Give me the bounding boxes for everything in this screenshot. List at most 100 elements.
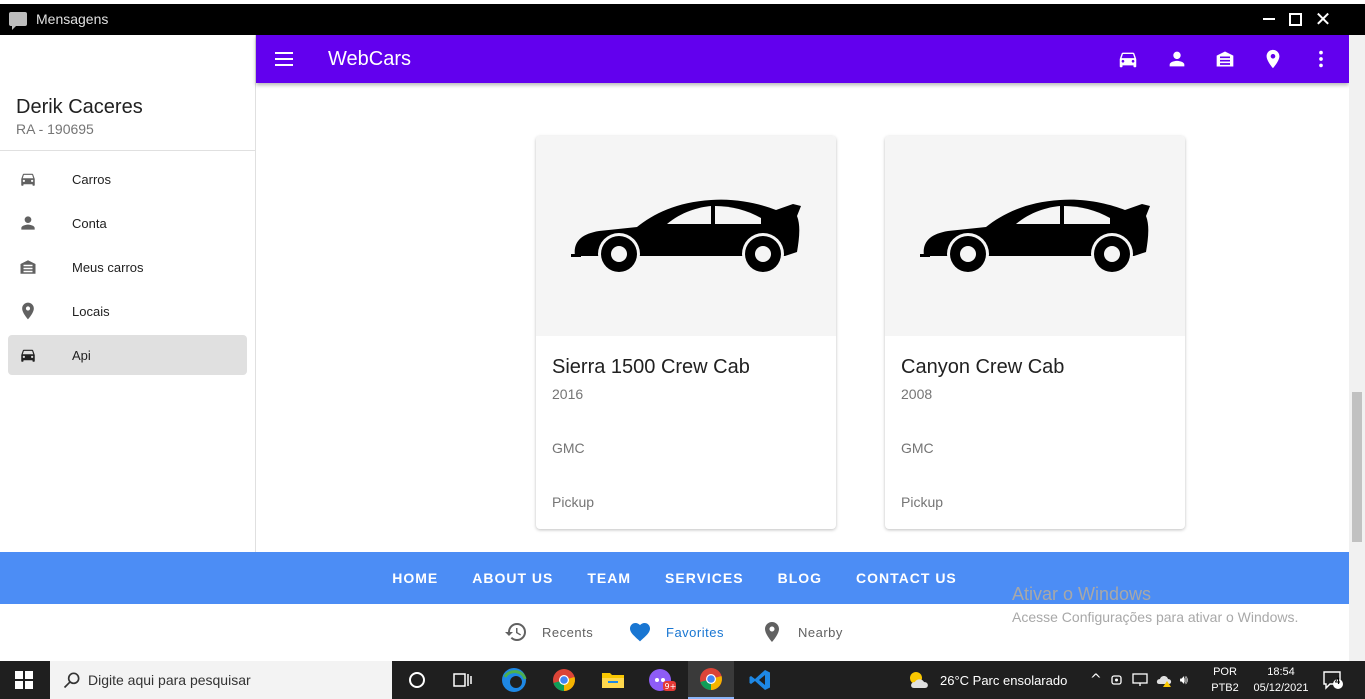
car-icon (1119, 52, 1137, 68)
car-card-year: 2008 (901, 386, 933, 402)
person-icon (1169, 51, 1185, 67)
appbar-car-button[interactable] (1116, 47, 1140, 71)
search-placeholder: Digite aqui para pesquisar (88, 672, 251, 688)
footer-link-home[interactable]: HOME (392, 570, 438, 586)
system-tray-icons[interactable]: ^ 🔊︎ (1090, 661, 1188, 699)
drawer-item-api[interactable]: Api (8, 335, 247, 375)
menu-icon (275, 52, 293, 54)
taskbar-chrome[interactable] (541, 661, 587, 699)
drawer-item-carros[interactable]: Carros (8, 159, 247, 199)
minimize-icon (1263, 18, 1275, 20)
drawer-item-label: Meus carros (72, 259, 144, 275)
language-indicator[interactable]: POR PTB2 (1208, 664, 1242, 696)
person-icon (16, 211, 40, 235)
garage-icon (1216, 51, 1234, 67)
chrome-icon (553, 669, 575, 691)
bottom-nav-favorites[interactable]: Favorites (628, 620, 724, 644)
clock-time: 18:54 (1267, 666, 1295, 678)
car-card-media (536, 136, 836, 336)
taskbar-file-explorer[interactable] (590, 661, 636, 699)
window-title: Mensagens (36, 11, 109, 27)
activation-watermark-title: Ativar o Windows (1012, 584, 1152, 604)
drawer-header: Derik Caceres RA - 190695 (0, 35, 255, 151)
svg-text:9+: 9+ (665, 682, 677, 691)
cortana-circle-icon (409, 672, 425, 688)
chrome-icon (700, 668, 722, 690)
taskbar-vscode[interactable] (737, 661, 783, 699)
garage-icon (16, 255, 40, 279)
drawer-item-conta[interactable]: Conta (8, 203, 247, 243)
bottom-nav-label: Nearby (798, 624, 843, 640)
drawer-item-locais[interactable]: Locais (8, 291, 247, 331)
activation-watermark-text: Acesse Configurações para ativar o Windo… (1012, 609, 1299, 625)
weather-widget[interactable]: 26°C Parc ensolarado (908, 661, 1067, 699)
taskbar-edge[interactable] (491, 661, 537, 699)
bottom-nav-nearby[interactable]: Nearby (760, 620, 843, 644)
appbar-account-button[interactable] (1165, 47, 1189, 71)
drawer-item-meus-carros[interactable]: Meus carros (8, 247, 247, 287)
car-card[interactable]: Canyon Crew Cab 2008 GMC Pickup (885, 136, 1185, 529)
taskbar-chrome-active[interactable] (688, 661, 734, 699)
appbar-garage-button[interactable] (1213, 47, 1237, 71)
car-card-brand: GMC (552, 440, 585, 456)
footer-link-blog[interactable]: BLOG (778, 570, 822, 586)
taskbar-clock[interactable]: 18:54 05/12/2021 (1246, 664, 1316, 696)
car-card-type: Pickup (901, 494, 944, 510)
chevron-up-icon[interactable]: ^ (1090, 672, 1102, 688)
search-icon (63, 672, 80, 689)
page-scrollbar[interactable] (1349, 35, 1365, 661)
top-app-bar: WebCars (256, 35, 1349, 83)
task-view-button[interactable] (440, 661, 486, 699)
car-icon (16, 167, 40, 191)
more-vert-icon (1319, 50, 1323, 68)
taskbar-messages-app[interactable]: 9+ (639, 661, 685, 699)
cortana-button[interactable] (394, 661, 440, 699)
appbar-location-button[interactable] (1261, 47, 1285, 71)
task-view-icon (453, 673, 472, 687)
drawer-item-label: Carros (72, 171, 112, 187)
notification-center-button[interactable]: 4 (1322, 661, 1344, 699)
app-title: WebCars (328, 48, 411, 70)
menu-button[interactable] (272, 47, 296, 71)
onedrive-warning-icon[interactable] (1156, 672, 1174, 688)
car-card-title: Canyon Crew Cab (901, 356, 1065, 378)
drawer-item-label: Conta (72, 215, 107, 231)
location-icon (16, 299, 40, 323)
volume-icon[interactable]: 🔊︎ (1180, 673, 1188, 688)
start-button[interactable] (0, 661, 48, 699)
drawer-item-label: Api (72, 347, 91, 363)
scrollbar-thumb[interactable] (1352, 392, 1362, 542)
location-icon (765, 622, 779, 642)
drawer-nav-list: Carros Conta Meus carros Locais Api (0, 151, 255, 375)
appbar-more-button[interactable] (1309, 47, 1333, 71)
car-card-brand: GMC (901, 440, 934, 456)
close-icon: ✕ (1314, 7, 1332, 31)
partly-sunny-icon (910, 672, 928, 688)
network-icon[interactable] (1132, 673, 1148, 687)
windows-taskbar: Digite aqui para pesquisar 9+ 26°C Parc … (0, 661, 1365, 699)
user-name: Derik Caceres (16, 96, 143, 118)
footer-link-contact-us[interactable]: CONTACT US (856, 570, 957, 586)
car-card[interactable]: Sierra 1500 Crew Cab 2016 GMC Pickup (536, 136, 836, 529)
messages-app-icon (9, 12, 27, 30)
footer-link-team[interactable]: TEAM (587, 570, 631, 586)
bottom-nav-label: Recents (542, 624, 594, 640)
meet-now-icon[interactable] (1110, 672, 1124, 688)
location-icon (1266, 49, 1280, 69)
user-ra: RA - 190695 (16, 121, 94, 137)
drawer-item-label: Locais (72, 303, 110, 319)
window-titlebar: Mensagens ✕ (0, 0, 1365, 35)
car-card-type: Pickup (552, 494, 595, 510)
edge-icon (502, 668, 527, 692)
minimize-button[interactable] (1256, 6, 1282, 32)
close-button[interactable]: ✕ (1310, 6, 1336, 32)
maximize-button[interactable] (1282, 6, 1308, 32)
bottom-nav-recents[interactable]: Recents (504, 620, 593, 644)
footer-link-about-us[interactable]: ABOUT US (472, 570, 553, 586)
footer-link-services[interactable]: SERVICES (665, 570, 744, 586)
maximize-icon (1288, 12, 1302, 26)
history-icon (505, 623, 526, 641)
vscode-icon (749, 670, 770, 690)
taskbar-search-box[interactable]: Digite aqui para pesquisar (50, 661, 392, 699)
weather-text: 26°C Parc ensolarado (940, 672, 1068, 688)
